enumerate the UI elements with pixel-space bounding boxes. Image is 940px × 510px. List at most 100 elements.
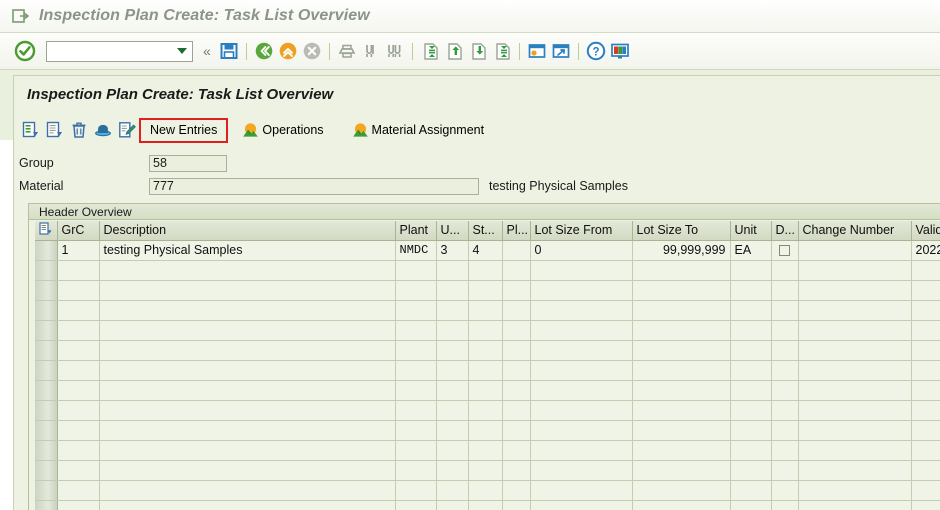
empty-cell[interactable]	[530, 320, 633, 341]
empty-cell[interactable]	[57, 440, 100, 461]
exit-icon[interactable]	[278, 41, 298, 61]
shortcut-icon[interactable]	[551, 41, 571, 61]
empty-cell[interactable]	[468, 360, 503, 381]
empty-cell[interactable]	[911, 400, 940, 421]
cell-dynamic-modification[interactable]	[771, 240, 799, 261]
col-planner[interactable]: Pl...	[502, 221, 531, 241]
empty-cell[interactable]	[632, 280, 731, 301]
empty-cell[interactable]	[57, 320, 100, 341]
empty-cell[interactable]	[436, 260, 469, 281]
cell-change-number[interactable]	[798, 240, 912, 261]
material-assignment-button[interactable]: Material Assignment	[345, 119, 492, 142]
col-grc[interactable]: GrC	[57, 221, 100, 241]
back-icon[interactable]	[254, 41, 274, 61]
empty-cell[interactable]	[911, 500, 940, 510]
empty-cell[interactable]	[530, 340, 633, 361]
col-valid-from[interactable]: Valid Fro	[911, 221, 940, 241]
row-selector[interactable]	[35, 340, 58, 361]
empty-cell[interactable]	[468, 420, 503, 441]
empty-cell[interactable]	[730, 460, 772, 481]
empty-cell[interactable]	[632, 500, 731, 510]
empty-cell[interactable]	[502, 280, 531, 301]
col-unit[interactable]: Unit	[730, 221, 772, 241]
empty-cell[interactable]	[436, 500, 469, 510]
table-row[interactable]	[35, 300, 940, 321]
new-entries-button[interactable]: New Entries	[139, 117, 229, 143]
empty-cell[interactable]	[911, 320, 940, 341]
empty-cell[interactable]	[468, 280, 503, 301]
empty-cell[interactable]	[99, 380, 396, 401]
empty-cell[interactable]	[99, 340, 396, 361]
row-selector[interactable]	[35, 260, 58, 281]
empty-cell[interactable]	[395, 480, 437, 501]
cell-lot-size-to[interactable]: 99,999,999	[632, 240, 731, 261]
empty-cell[interactable]	[798, 480, 912, 501]
customize-layout-icon[interactable]	[610, 41, 630, 61]
empty-cell[interactable]	[395, 260, 437, 281]
empty-cell[interactable]	[730, 260, 772, 281]
empty-cell[interactable]	[771, 360, 799, 381]
empty-cell[interactable]	[502, 360, 531, 381]
empty-cell[interactable]	[798, 320, 912, 341]
empty-cell[interactable]	[436, 420, 469, 441]
find-icon[interactable]	[361, 41, 381, 61]
row-selector[interactable]	[35, 240, 58, 261]
empty-cell[interactable]	[395, 320, 437, 341]
empty-cell[interactable]	[57, 480, 100, 501]
empty-cell[interactable]	[502, 320, 531, 341]
empty-cell[interactable]	[632, 480, 731, 501]
empty-cell[interactable]	[530, 380, 633, 401]
table-row[interactable]	[35, 320, 940, 341]
empty-cell[interactable]	[99, 320, 396, 341]
trash-icon[interactable]	[67, 118, 91, 142]
empty-cell[interactable]	[530, 420, 633, 441]
empty-cell[interactable]	[771, 280, 799, 301]
empty-cell[interactable]	[468, 460, 503, 481]
empty-cell[interactable]	[57, 300, 100, 321]
col-usage[interactable]: U...	[436, 221, 469, 241]
empty-cell[interactable]	[730, 480, 772, 501]
empty-cell[interactable]	[502, 340, 531, 361]
empty-cell[interactable]	[771, 500, 799, 510]
table-row[interactable]	[35, 440, 940, 461]
table-row[interactable]	[35, 460, 940, 481]
row-selector[interactable]	[35, 280, 58, 301]
row-selector[interactable]	[35, 360, 58, 381]
empty-cell[interactable]	[468, 260, 503, 281]
empty-cell[interactable]	[771, 440, 799, 461]
empty-cell[interactable]	[530, 440, 633, 461]
empty-cell[interactable]	[468, 400, 503, 421]
empty-cell[interactable]	[911, 420, 940, 441]
empty-cell[interactable]	[530, 280, 633, 301]
empty-cell[interactable]	[436, 340, 469, 361]
empty-cell[interactable]	[502, 260, 531, 281]
empty-cell[interactable]	[771, 480, 799, 501]
green-check-icon[interactable]	[14, 40, 36, 62]
empty-cell[interactable]	[468, 500, 503, 510]
pencil-document-icon[interactable]	[115, 118, 139, 142]
empty-cell[interactable]	[57, 420, 100, 441]
empty-cell[interactable]	[730, 500, 772, 510]
empty-cell[interactable]	[771, 420, 799, 441]
previous-page-icon[interactable]	[444, 41, 464, 61]
select-all-icon[interactable]	[35, 221, 58, 241]
operations-button[interactable]: Operations	[235, 119, 330, 142]
tab-header-overview[interactable]: Header Overview	[29, 204, 940, 220]
row-selector[interactable]	[35, 400, 58, 421]
empty-cell[interactable]	[632, 420, 731, 441]
copy-button[interactable]	[43, 118, 67, 142]
empty-cell[interactable]	[502, 380, 531, 401]
cell-lot-size-from[interactable]: 0	[530, 240, 633, 261]
empty-cell[interactable]	[911, 300, 940, 321]
empty-cell[interactable]	[771, 260, 799, 281]
empty-cell[interactable]	[632, 260, 731, 281]
empty-cell[interactable]	[911, 460, 940, 481]
empty-cell[interactable]	[730, 280, 772, 301]
empty-cell[interactable]	[530, 500, 633, 510]
command-field[interactable]	[46, 40, 193, 62]
empty-cell[interactable]	[57, 360, 100, 381]
empty-cell[interactable]	[771, 380, 799, 401]
help-icon[interactable]: ?	[586, 41, 606, 61]
row-selector[interactable]	[35, 320, 58, 341]
table-row[interactable]	[35, 500, 940, 510]
